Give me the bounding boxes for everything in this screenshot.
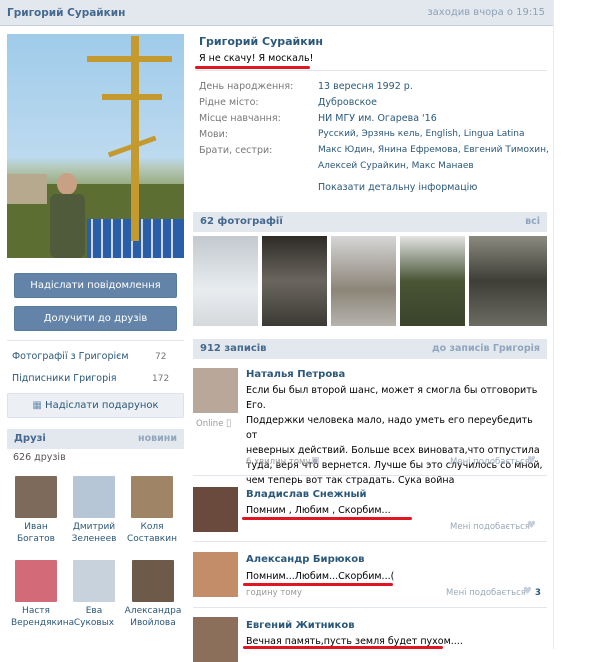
heart-icon[interactable]: ♥: [527, 455, 536, 466]
friend-last-name: Составкин: [127, 534, 177, 544]
profile-header-bar: Григорий Сурайкин заходив вчора о 19:15: [0, 0, 553, 26]
red-underline: [243, 583, 393, 586]
friend-avatar[interactable]: [73, 476, 115, 518]
info-birthday[interactable]: 13 вересня 1992 р.: [318, 81, 413, 92]
photo-thumb[interactable]: [262, 236, 327, 326]
post-author-avatar[interactable]: [193, 617, 238, 662]
friend-avatar[interactable]: [15, 476, 57, 518]
info-education[interactable]: НИ МГУ им. Огарева '16: [318, 113, 437, 124]
red-underline: [242, 517, 412, 520]
friend-card[interactable]: Александра Ивойлова: [124, 560, 182, 629]
post-text: Помним...Любим...Скорбим...(: [246, 571, 395, 582]
friend-avatar[interactable]: [132, 560, 174, 602]
friend-first-name: Александра: [124, 606, 182, 616]
info-siblings[interactable]: Макс Юдин, Янина Ефремова, Евгений Тимох…: [318, 145, 549, 155]
photo-thumb[interactable]: [193, 236, 258, 326]
divider: [195, 70, 547, 71]
friend-first-name: Иван: [24, 522, 48, 532]
friend-last-name: Суковых: [73, 618, 115, 628]
friend-card[interactable]: Настя Верендякина: [11, 560, 75, 629]
post-text: Помним , Любим , Скорбим...: [246, 505, 391, 516]
friend-first-name: Дмитрий: [72, 522, 116, 532]
profile-photo[interactable]: [7, 34, 184, 258]
friends-title[interactable]: Друзі: [14, 433, 46, 444]
post-author[interactable]: Александр Бирюков: [246, 554, 364, 565]
friend-last-name: Зеленеев: [71, 534, 117, 544]
post-author-avatar[interactable]: [193, 552, 238, 597]
friends-header: Друзі новини: [7, 429, 184, 449]
photo-thumb[interactable]: [469, 236, 547, 326]
post-text: Если бы был второй шанс, может я смогла …: [246, 385, 543, 486]
heart-icon[interactable]: ♥: [523, 586, 532, 597]
friend-first-name: Коля: [140, 522, 164, 532]
post-author-avatar[interactable]: [193, 368, 238, 413]
friend-last-name: Ивойлова: [130, 618, 176, 628]
friend-last-name: Богатов: [17, 534, 55, 544]
last-seen-status: заходив вчора о 19:15: [427, 7, 545, 18]
friend-first-name: Ева: [85, 606, 103, 616]
like-button[interactable]: Мені подобається: [450, 522, 530, 532]
info-label: Місце навчання:: [199, 113, 281, 124]
add-friend-button[interactable]: Долучити до друзів: [14, 306, 177, 331]
divider: [193, 541, 547, 542]
photos-with-link[interactable]: Фотографії з Григорієм: [12, 351, 129, 362]
divider: [193, 475, 547, 476]
info-siblings-cont[interactable]: Алексей Сурайкин, Макс Манаев: [318, 161, 474, 171]
gift-icon: ▦: [32, 400, 46, 411]
info-label: Рідне місто:: [199, 97, 259, 108]
friend-avatar[interactable]: [15, 560, 57, 602]
info-hometown[interactable]: Дубровское: [318, 97, 377, 108]
photo-thumb[interactable]: [400, 236, 465, 326]
friend-card[interactable]: Ева Суковых: [69, 560, 119, 629]
wall-owner-posts-link[interactable]: до записів Григорія: [432, 343, 540, 354]
friends-count: 626 друзів: [13, 452, 66, 463]
info-label: Брати, сестри:: [199, 145, 273, 156]
divider: [193, 607, 547, 608]
show-details-link[interactable]: Показати детальну інформацію: [318, 182, 477, 193]
post-author[interactable]: Владислав Снежный: [246, 489, 367, 500]
send-message-button[interactable]: Надіслати повідомлення: [14, 273, 177, 298]
info-label: День народження:: [199, 81, 294, 92]
followers-count: 172: [152, 374, 170, 384]
wall-count[interactable]: 912 записів: [200, 343, 267, 354]
post-author[interactable]: Евгений Житников: [246, 620, 355, 631]
info-label: Мови:: [199, 129, 228, 140]
friend-last-name: Верендякина: [11, 618, 75, 628]
friends-news-link[interactable]: новини: [138, 433, 177, 444]
photos-all-link[interactable]: всі: [525, 216, 540, 227]
profile-name: Григорий Сурайкин: [199, 35, 324, 48]
photos-with-count: 72: [155, 352, 167, 362]
friend-avatar[interactable]: [131, 476, 173, 518]
header-name[interactable]: Григорий Сурайкин: [7, 7, 125, 19]
like-button[interactable]: Мені подобається: [450, 457, 530, 467]
friend-card[interactable]: Коля Составкин: [127, 476, 177, 545]
friend-card[interactable]: Дмитрий Зеленеев: [69, 476, 119, 545]
like-count: 3: [535, 588, 541, 598]
followers-link[interactable]: Підписники Григорія: [12, 373, 116, 384]
post-author-avatar[interactable]: [193, 487, 238, 532]
heart-icon[interactable]: ♥: [527, 520, 536, 531]
friend-card[interactable]: Иван Богатов: [11, 476, 61, 545]
android-icon: ▣: [311, 456, 320, 466]
post-author[interactable]: Наталья Петрова: [246, 369, 345, 380]
wall-header: 912 записів до записів Григорія: [193, 339, 547, 359]
send-gift-label: Надіслати подарунок: [45, 400, 159, 411]
photos-header: 62 фотографії всі: [193, 212, 547, 232]
photos-title[interactable]: 62 фотографії: [200, 216, 283, 227]
send-gift-button[interactable]: ▦ Надіслати подарунок: [7, 393, 184, 418]
mobile-icon: ▯: [226, 418, 232, 429]
like-button[interactable]: Мені подобається: [446, 588, 526, 598]
friend-avatar[interactable]: [73, 560, 115, 602]
profile-status[interactable]: Я не скачу! Я москаль!: [199, 53, 313, 64]
right-margin: [553, 0, 599, 649]
post-time[interactable]: годину тому: [246, 588, 302, 598]
online-status: Online: [196, 419, 224, 429]
red-underline: [195, 66, 310, 69]
post-time[interactable]: 6 хвилин тому: [246, 457, 311, 467]
friend-first-name: Настя: [22, 606, 50, 616]
photo-thumb[interactable]: [331, 236, 396, 326]
info-languages[interactable]: Русский, Эрзянь кель, English, Lingua La…: [318, 129, 525, 139]
divider: [7, 340, 184, 341]
